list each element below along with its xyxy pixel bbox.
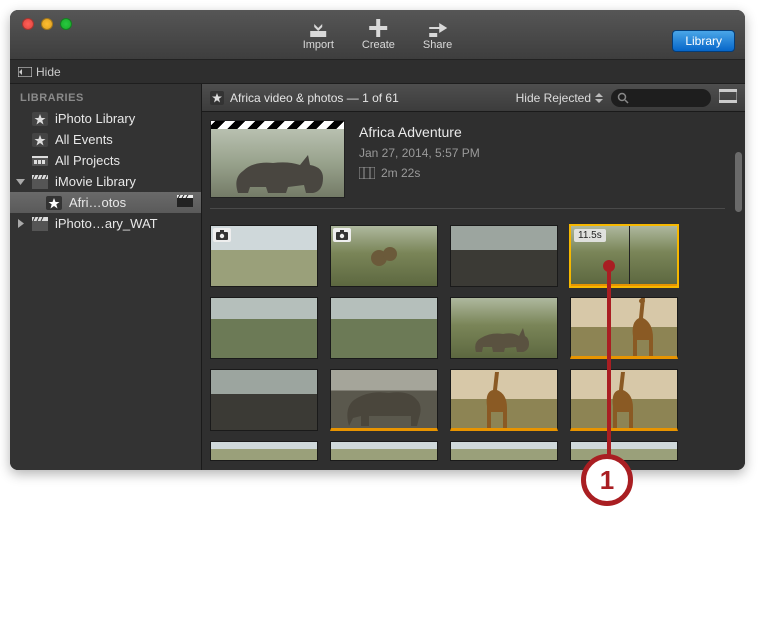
event-hero: Africa Adventure Jan 27, 2014, 5:57 PM 2… (210, 120, 725, 209)
event-bar: Africa video & photos — 1 of 61 Hide Rej… (202, 84, 745, 112)
clip-thumbnail[interactable] (210, 225, 318, 287)
sidebar-item-imovie-library[interactable]: iMovie Library (10, 171, 201, 192)
clip-thumbnail[interactable] (570, 441, 678, 461)
share-icon (428, 19, 448, 37)
disclosure-open-icon (16, 177, 25, 186)
sidebar-item-all-events[interactable]: All Events (10, 129, 201, 150)
sidebar-item-iphoto-library[interactable]: iPhoto Library (10, 108, 201, 129)
giraffe-silhouette (481, 372, 511, 428)
star-icon (32, 112, 48, 126)
share-label: Share (423, 39, 452, 51)
clip-thumbnail[interactable] (450, 369, 558, 431)
hide-label: Hide (36, 65, 61, 79)
clip-thumbnail[interactable] (330, 441, 438, 461)
sidebar-item-label: iPhoto…ary_WAT (55, 216, 158, 231)
rhino-silhouette (471, 322, 531, 354)
hero-duration-text: 2m 22s (381, 166, 420, 180)
window-zoom-button[interactable] (60, 18, 72, 30)
clapper-badge-icon (177, 195, 193, 210)
event-title: Africa video & photos — 1 of 61 (210, 91, 508, 105)
camera-icon (216, 230, 228, 240)
clapper-icon (32, 217, 48, 231)
app-window: Import Create Share Library Hide LIBRARI… (10, 10, 745, 470)
stepper-icon (595, 93, 603, 103)
hide-icon (18, 67, 32, 77)
sidebar-item-iphoto-library-wat[interactable]: iPhoto…ary_WAT (10, 213, 201, 234)
sidebar-item-all-projects[interactable]: All Projects (10, 150, 201, 171)
clip-thumbnail[interactable] (330, 297, 438, 359)
search-icon (617, 92, 629, 104)
event-title-text: Africa video & photos — 1 of 61 (230, 91, 399, 105)
sidebar-item-label: All Events (55, 132, 113, 147)
giraffe-silhouette (623, 298, 657, 356)
create-label: Create (362, 39, 395, 51)
sidebar-header: LIBRARIES (10, 84, 201, 108)
titlebar: Import Create Share Library (10, 10, 745, 60)
window-minimize-button[interactable] (41, 18, 53, 30)
sidebar-item-label: iMovie Library (55, 174, 136, 189)
filmstrip-icon (719, 89, 737, 103)
playhead-line[interactable] (629, 226, 630, 284)
disclosure-closed-icon (16, 219, 25, 228)
search-field[interactable] (611, 89, 711, 107)
monkey-silhouette (331, 226, 437, 286)
hide-sidebar-button[interactable]: Hide (10, 65, 69, 79)
filter-label: Hide Rejected (516, 91, 591, 105)
import-icon (308, 19, 328, 37)
sidebar-item-africa-photos[interactable]: Afri…otos (10, 192, 201, 213)
sidebar-item-label: Afri…otos (69, 195, 126, 210)
clip-thumbnail[interactable] (330, 369, 438, 431)
library-button[interactable]: Library (672, 30, 735, 52)
plus-icon (368, 19, 388, 37)
clip-thumbnail[interactable] (450, 297, 558, 359)
giraffe-silhouette (607, 372, 637, 428)
traffic-lights (22, 18, 72, 30)
star-icon (210, 91, 224, 105)
filmstrip-icon (359, 167, 375, 179)
sidebar-item-label: All Projects (55, 153, 120, 168)
main-panel: Africa video & photos — 1 of 61 Hide Rej… (202, 84, 745, 470)
sidebar: LIBRARIES iPhoto Library All Events All … (10, 84, 202, 470)
sidebar-item-label: iPhoto Library (55, 111, 135, 126)
hero-thumbnail[interactable] (210, 120, 345, 198)
hero-title: Africa Adventure (359, 124, 480, 140)
clapper-icon (32, 175, 48, 189)
clip-grid: 11.5s (210, 225, 725, 461)
import-button[interactable]: Import (303, 19, 334, 51)
clip-thumbnail-selected[interactable]: 11.5s (570, 225, 678, 287)
clip-time-badge: 11.5s (574, 229, 606, 242)
clip-thumbnail[interactable] (570, 297, 678, 359)
import-label: Import (303, 39, 334, 51)
hide-row: Hide (10, 60, 745, 84)
clip-thumbnail[interactable] (210, 297, 318, 359)
share-button[interactable]: Share (423, 19, 452, 51)
clip-thumbnail[interactable] (330, 225, 438, 287)
projects-icon (32, 154, 48, 168)
clip-thumbnail[interactable] (450, 225, 558, 287)
hero-meta: Africa Adventure Jan 27, 2014, 5:57 PM 2… (359, 120, 480, 198)
clip-thumbnail[interactable] (450, 441, 558, 461)
rhino-silhouette (228, 143, 328, 197)
star-icon (46, 196, 62, 210)
star-icon (32, 133, 48, 147)
search-input[interactable] (633, 92, 703, 104)
photo-badge (213, 228, 231, 242)
elephant-silhouette (339, 378, 429, 428)
clip-thumbnail[interactable] (210, 369, 318, 431)
scrollbar-thumb[interactable] (735, 152, 742, 212)
toolbar: Import Create Share (303, 19, 453, 51)
filter-dropdown[interactable]: Hide Rejected (516, 91, 603, 105)
hero-date: Jan 27, 2014, 5:57 PM (359, 146, 480, 160)
create-button[interactable]: Create (362, 19, 395, 51)
window-close-button[interactable] (22, 18, 34, 30)
view-toggle-button[interactable] (719, 89, 737, 106)
clip-thumbnail[interactable] (210, 441, 318, 461)
clip-thumbnail[interactable] (570, 369, 678, 431)
hero-duration: 2m 22s (359, 166, 480, 180)
content-area[interactable]: Africa Adventure Jan 27, 2014, 5:57 PM 2… (202, 112, 745, 470)
